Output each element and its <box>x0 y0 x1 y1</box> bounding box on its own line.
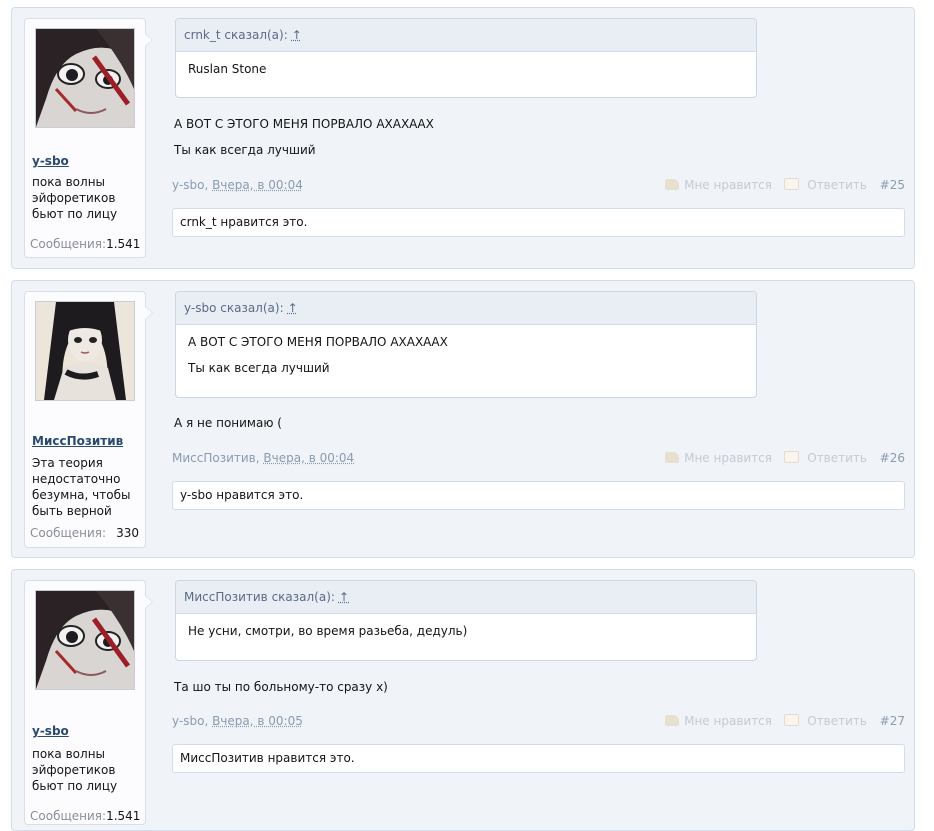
message-line: Та шо ты по больному-то сразу х) <box>174 680 388 694</box>
avatar[interactable] <box>35 301 135 401</box>
like-button[interactable]: Мне нравится <box>665 178 772 192</box>
quote-block: МиссПозитив сказал(а): ↑ Не усни, смотри,… <box>175 580 757 661</box>
message-count-label: Сообщения: <box>30 237 107 251</box>
like-button[interactable]: Мне нравится <box>665 451 772 465</box>
like-label: Мне нравится <box>684 178 772 192</box>
message-meta: y-sbo, Вчера, в 00:04 Мне нравится Ответ… <box>172 178 905 194</box>
reply-bubble-icon <box>784 178 800 190</box>
quote-jump-arrow-icon[interactable]: ↑ <box>339 590 349 604</box>
username[interactable]: y-sbo <box>32 154 69 168</box>
likes-summary-text[interactable]: crnk_t нравится это. <box>180 215 307 229</box>
quote-line: Ты как всегда лучший <box>188 361 330 375</box>
quote-jump-arrow-icon[interactable]: ↑ <box>292 28 302 42</box>
avatar-girl-bandage-icon <box>36 29 134 127</box>
post: y-sbo пока волны эйфоретиков бьют по лиц… <box>11 7 915 269</box>
author-link[interactable]: y-sbo <box>172 178 204 192</box>
thumbs-up-icon <box>665 452 680 463</box>
quote-body: А ВОТ С ЭТОГО МЕНЯ ПОРВАЛО АХАХААХ Ты ка… <box>176 325 756 392</box>
message-text: Та шо ты по больному-то сразу х) <box>174 679 388 705</box>
message-line: А я не понимаю ( <box>174 416 282 430</box>
author-link[interactable]: МиссПозитив <box>172 451 256 465</box>
reply-label: Ответить <box>807 714 867 728</box>
thumbs-up-icon <box>665 715 680 726</box>
avatar-dark-hair-girl-icon <box>36 302 134 400</box>
username[interactable]: y-sbo <box>32 724 69 738</box>
quote-line: Ruslan Stone <box>188 62 267 76</box>
message-date[interactable]: Вчера, в 00:04 <box>212 178 303 192</box>
likes-summary: crnk_t нравится это. <box>172 208 905 237</box>
message-line: Ты как всегда лучший <box>174 143 316 157</box>
user-title: пока волны эйфоретиков бьют по лицу <box>32 747 118 793</box>
quote-header: y-sbo сказал(а): ↑ <box>176 292 756 325</box>
quote-author: МиссПозитив сказал(а): <box>184 590 335 604</box>
quote-block: crnk_t сказал(а): ↑ Ruslan Stone <box>175 18 757 98</box>
quote-author: y-sbo сказал(а): <box>184 301 284 315</box>
message-count: Сообщения: 1.541 <box>30 237 141 251</box>
reply-label: Ответить <box>807 451 867 465</box>
quote-line: А ВОТ С ЭТОГО МЕНЯ ПОРВАЛО АХАХААХ <box>188 335 448 349</box>
message-count-label: Сообщения: <box>30 809 107 823</box>
message-meta: МиссПозитив, Вчера, в 00:04 Мне нравится… <box>172 451 905 467</box>
message-text: А я не понимаю ( <box>174 415 282 441</box>
message-author: y-sbo, Вчера, в 00:05 <box>172 714 303 728</box>
reply-label: Ответить <box>807 178 867 192</box>
post: y-sbo пока волны эйфоретиков бьют по лиц… <box>11 569 915 831</box>
reply-button[interactable]: Ответить <box>784 714 867 728</box>
avatar-girl-bandage-icon <box>36 591 134 689</box>
quote-header: МиссПозитив сказал(а): ↑ <box>176 581 756 614</box>
username[interactable]: МиссПозитив <box>32 434 123 448</box>
quote-block: y-sbo сказал(а): ↑ А ВОТ С ЭТОГО МЕНЯ ПОР… <box>175 291 757 398</box>
post-number-link[interactable]: #26 <box>880 451 905 465</box>
message-author: y-sbo, Вчера, в 00:04 <box>172 178 303 192</box>
likes-summary-text[interactable]: y-sbo нравится это. <box>180 488 303 502</box>
quote-body: Ruslan Stone <box>176 52 756 93</box>
post: МиссПозитив Эта теория недостаточно безу… <box>11 280 915 558</box>
reply-bubble-icon <box>784 451 800 463</box>
message-count: Сообщения: 1.541 <box>30 809 141 823</box>
message-text: А ВОТ С ЭТОГО МЕНЯ ПОРВАЛО АХАХААХ Ты ка… <box>174 116 434 168</box>
likes-summary-text[interactable]: МиссПозитив нравится это. <box>180 751 355 765</box>
like-label: Мне нравится <box>684 451 772 465</box>
avatar[interactable] <box>35 590 135 690</box>
message-count: Сообщения: 330 <box>30 526 139 540</box>
reply-button[interactable]: Ответить <box>784 178 867 192</box>
message-date[interactable]: Вчера, в 00:05 <box>212 714 303 728</box>
message-author: МиссПозитив, Вчера, в 00:04 <box>172 451 354 465</box>
quote-author: crnk_t сказал(а): <box>184 28 288 42</box>
message-date[interactable]: Вчера, в 00:04 <box>263 451 354 465</box>
message-count-value: 1.541 <box>106 809 141 823</box>
post-number-link[interactable]: #25 <box>880 178 905 192</box>
message-meta: y-sbo, Вчера, в 00:05 Мне нравится Ответ… <box>172 714 905 730</box>
like-label: Мне нравится <box>684 714 772 728</box>
quote-header: crnk_t сказал(а): ↑ <box>176 19 756 52</box>
separator: , <box>204 178 213 192</box>
avatar[interactable] <box>35 28 135 128</box>
message-count-value: 1.541 <box>106 237 141 251</box>
likes-summary: y-sbo нравится это. <box>172 481 905 510</box>
like-button[interactable]: Мне нравится <box>665 714 772 728</box>
post-number-link[interactable]: #27 <box>880 714 905 728</box>
quote-body: Не усни, смотри, во время разьеба, дедул… <box>176 614 756 655</box>
message-line: А ВОТ С ЭТОГО МЕНЯ ПОРВАЛО АХАХААХ <box>174 117 434 131</box>
quote-jump-arrow-icon[interactable]: ↑ <box>288 301 298 315</box>
user-info-block: y-sbo пока волны эйфоретиков бьют по лиц… <box>24 18 153 258</box>
reply-button[interactable]: Ответить <box>784 451 867 465</box>
reply-bubble-icon <box>784 714 800 726</box>
user-info-block: y-sbo пока волны эйфоретиков бьют по лиц… <box>24 580 153 825</box>
message-count-value: 330 <box>116 526 139 540</box>
quote-line: Не усни, смотри, во время разьеба, дедул… <box>188 624 468 638</box>
user-title: пока волны эйфоретиков бьют по лицу <box>32 175 118 221</box>
likes-summary: МиссПозитив нравится это. <box>172 744 905 773</box>
separator: , <box>204 714 213 728</box>
message-count-label: Сообщения: <box>30 526 107 540</box>
thumbs-up-icon <box>665 179 680 190</box>
user-info-block: МиссПозитив Эта теория недостаточно безу… <box>24 291 153 548</box>
user-title: Эта теория недостаточно безумна, чтобы б… <box>32 456 131 518</box>
author-link[interactable]: y-sbo <box>172 714 204 728</box>
